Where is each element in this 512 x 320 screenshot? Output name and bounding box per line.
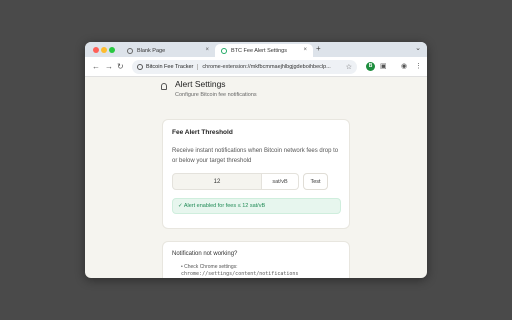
threshold-input[interactable]: 12 bbox=[172, 173, 262, 190]
alert-status-message: ✓ Alert enabled for fees ≤ 12 sat/vB bbox=[172, 198, 341, 214]
bell-icon bbox=[161, 83, 167, 90]
tab-title: Blank Page bbox=[137, 47, 166, 54]
fee-alert-card: Fee Alert Threshold Receive instant noti… bbox=[162, 119, 350, 229]
reload-icon[interactable]: ↻ bbox=[117, 62, 124, 71]
browser-toolbar: ← → ↻ Bitcoin Fee Tracker chrome-extensi… bbox=[85, 57, 427, 77]
settings-url-text: chrome://settings/content/notifications bbox=[181, 271, 299, 277]
page-title: Alert Settings bbox=[175, 79, 226, 89]
browser-window: Blank Page × BTC Fee Alert Settings × + … bbox=[85, 42, 427, 278]
card-title: Fee Alert Threshold bbox=[172, 129, 233, 136]
extensions-icon[interactable]: ▣ bbox=[380, 62, 387, 70]
help-title: Notification not working? bbox=[172, 251, 238, 257]
globe-icon bbox=[127, 47, 133, 54]
address-url[interactable]: chrome-extension://mkfbcmmaejhlbgjgdeboi… bbox=[202, 64, 342, 70]
tab-blank-page[interactable]: Blank Page × bbox=[121, 44, 215, 57]
new-tab-button[interactable]: + bbox=[316, 44, 321, 53]
bookmark-star-icon[interactable]: ☆ bbox=[346, 63, 352, 71]
address-bar[interactable]: Bitcoin Fee Tracker chrome-extension://m… bbox=[132, 60, 357, 74]
test-button[interactable]: Test bbox=[303, 173, 328, 190]
help-list-item: • Check Chrome settings: bbox=[181, 264, 238, 270]
help-card: Notification not working? • Check Chrome… bbox=[162, 241, 350, 278]
menu-kebab-icon[interactable]: ⋮ bbox=[415, 62, 422, 70]
unit-label: sat/vB bbox=[262, 173, 299, 190]
page-content: Alert Settings Configure Bitcoin fee not… bbox=[85, 77, 427, 278]
card-description: Receive instant notifications when Bitco… bbox=[172, 148, 339, 164]
close-window-button[interactable] bbox=[93, 47, 99, 53]
address-chip: Bitcoin Fee Tracker bbox=[146, 64, 199, 70]
profile-icon[interactable]: ◉ bbox=[401, 62, 407, 70]
tab-title: BTC Fee Alert Settings bbox=[231, 47, 287, 54]
tab-btc-fee-alert-settings[interactable]: BTC Fee Alert Settings × bbox=[215, 44, 313, 57]
tab-close-icon[interactable]: × bbox=[205, 47, 209, 53]
maximize-window-button[interactable] bbox=[109, 47, 115, 53]
tab-search-chevron-icon[interactable]: ⌄ bbox=[415, 44, 421, 52]
tab-strip: Blank Page × BTC Fee Alert Settings × + … bbox=[85, 42, 427, 57]
forward-arrow-icon[interactable]: → bbox=[105, 62, 113, 71]
page-subtitle: Configure Bitcoin fee notifications bbox=[175, 92, 257, 98]
minimize-window-button[interactable] bbox=[101, 47, 107, 53]
tab-close-icon[interactable]: × bbox=[303, 47, 307, 53]
globe-icon bbox=[221, 47, 227, 54]
extension-puzzle-icon bbox=[137, 64, 143, 70]
back-arrow-icon[interactable]: ← bbox=[92, 62, 100, 71]
bitcoin-extension-icon[interactable]: B bbox=[366, 62, 375, 71]
